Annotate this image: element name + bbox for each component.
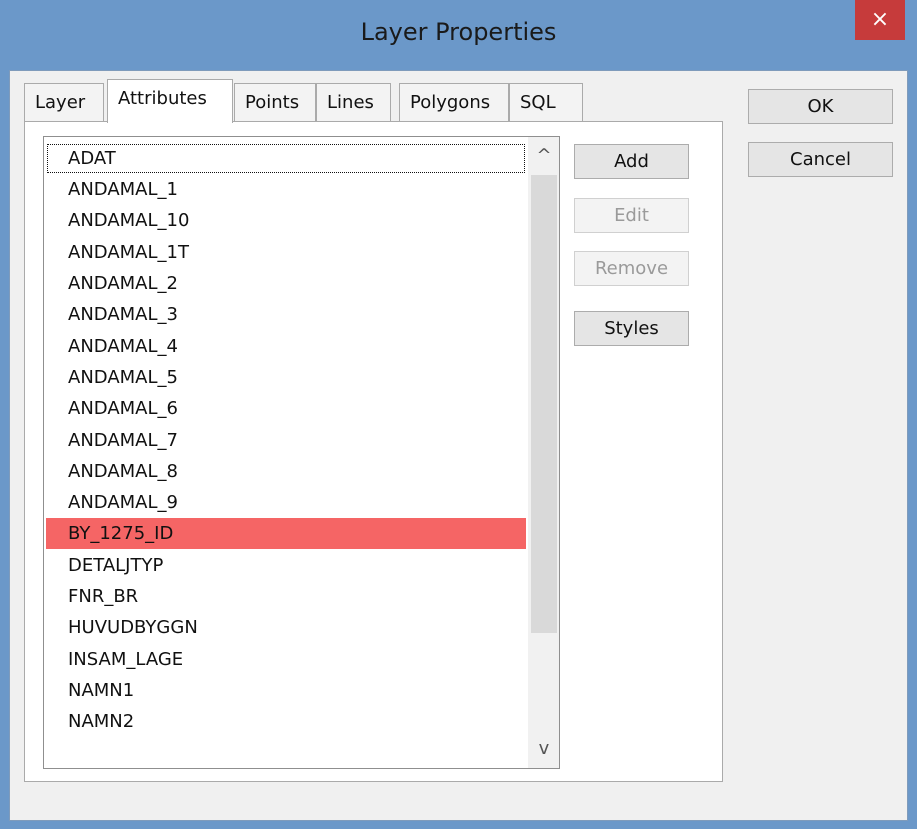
scroll-up-icon[interactable]: ^ — [528, 137, 559, 175]
list-item[interactable]: HUVUDBYGGN — [46, 612, 526, 643]
list-item[interactable]: ANDAMAL_5 — [46, 362, 526, 393]
tab-polygons[interactable]: Polygons — [399, 83, 509, 121]
list-item[interactable]: ANDAMAL_4 — [46, 331, 526, 362]
tab-lines[interactable]: Lines — [316, 83, 391, 121]
ok-button[interactable]: OK — [748, 89, 893, 124]
tab-sql[interactable]: SQL — [509, 83, 583, 121]
tab-attributes[interactable]: Attributes — [107, 79, 233, 123]
tab-points[interactable]: Points — [234, 83, 316, 121]
attributes-list-viewport: ADAT ANDAMAL_1 ANDAMAL_10 ANDAMAL_1T AND… — [44, 137, 527, 768]
add-button[interactable]: Add — [574, 144, 689, 179]
list-item[interactable]: INSAM_LAGE — [46, 644, 526, 675]
list-item[interactable]: ANDAMAL_7 — [46, 425, 526, 456]
list-item[interactable]: ANDAMAL_2 — [46, 268, 526, 299]
scroll-down-icon[interactable]: v — [528, 730, 559, 768]
list-item[interactable]: ANDAMAL_9 — [46, 487, 526, 518]
list-item[interactable]: ANDAMAL_1 — [46, 174, 526, 205]
vertical-scrollbar[interactable]: ^ v — [528, 137, 559, 768]
close-button[interactable]: × — [855, 0, 905, 40]
list-item[interactable]: FNR_BR — [46, 581, 526, 612]
dialog-window: Layer Properties × Layer Attributes Poin… — [0, 0, 917, 829]
list-item[interactable]: ANDAMAL_6 — [46, 393, 526, 424]
tab-layer[interactable]: Layer — [24, 83, 104, 121]
list-item[interactable]: NAMN2 — [46, 706, 526, 737]
list-item[interactable]: ANDAMAL_10 — [46, 205, 526, 236]
list-item[interactable]: ANDAMAL_8 — [46, 456, 526, 487]
scroll-thumb[interactable] — [531, 175, 557, 633]
remove-button[interactable]: Remove — [574, 251, 689, 286]
cancel-button[interactable]: Cancel — [748, 142, 893, 177]
list-item[interactable]: ANDAMAL_1T — [46, 237, 526, 268]
edit-button[interactable]: Edit — [574, 198, 689, 233]
title-bar[interactable]: Layer Properties × — [0, 0, 917, 70]
styles-button[interactable]: Styles — [574, 311, 689, 346]
list-item-selected[interactable]: BY_1275_ID — [46, 518, 526, 549]
list-item[interactable]: DETALJTYP — [46, 550, 526, 581]
list-item[interactable]: ADAT — [46, 143, 526, 174]
list-item[interactable]: ANDAMAL_3 — [46, 299, 526, 330]
window-title: Layer Properties — [360, 18, 557, 46]
list-item[interactable]: NAMN1 — [46, 675, 526, 706]
attributes-listbox[interactable]: ADAT ANDAMAL_1 ANDAMAL_10 ANDAMAL_1T AND… — [43, 136, 560, 769]
